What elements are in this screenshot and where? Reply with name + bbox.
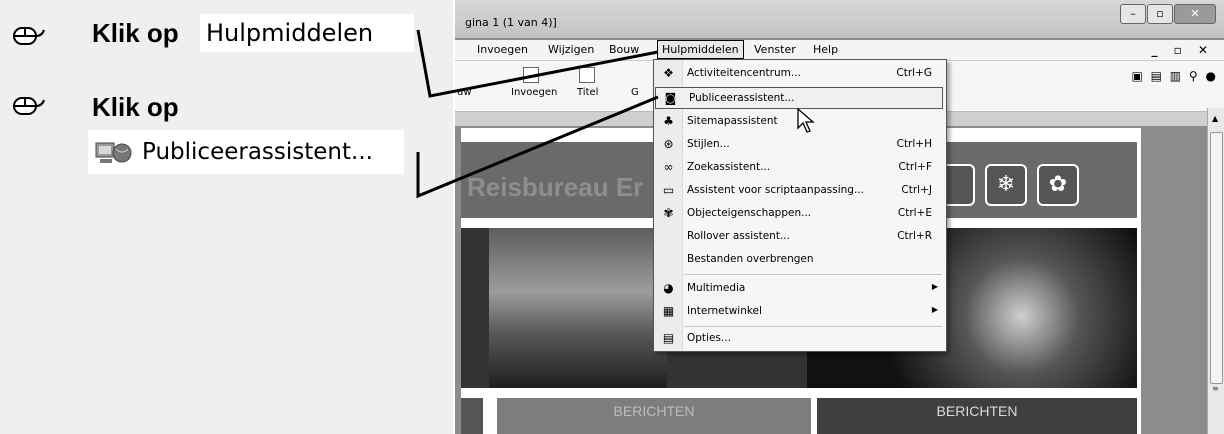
mouse-pointer-icon (797, 108, 815, 133)
mouse-click-icon (13, 27, 45, 45)
styles-icon: ⊛ (663, 137, 674, 151)
menu-item-publiceerassistent[interactable]: ◙ Publiceerassistent... (655, 87, 943, 109)
lake-photo (489, 228, 667, 388)
window-title: gina 1 (1 van 4)] (465, 16, 557, 29)
binoculars-icon: ∞ (663, 160, 674, 174)
menu-item-shortcut: Ctrl+G (896, 67, 932, 79)
menu-item-stijlen[interactable]: ⊛ Stijlen... Ctrl+H (654, 134, 946, 156)
menu-item-label: Objecteigenschappen... (687, 207, 812, 219)
scroll-up-arrow[interactable]: ▲ (1212, 114, 1218, 123)
menu-item-label: Multimedia (687, 282, 746, 294)
insert-icon (523, 67, 539, 83)
step1-target-hulpmiddelen: Hulpmiddelen (200, 14, 414, 52)
menu-separator (684, 326, 942, 327)
site-title: Reisbureau Er (467, 172, 644, 202)
step2-text: Klik op (92, 92, 179, 122)
instruction-panel: Klik op Hulpmiddelen Klik op Publiceeras… (0, 0, 453, 434)
menu-bar: Invoegen Wijzigen Bouw Hulpmiddelen Vens… (455, 40, 1224, 61)
menu-item-label: Opties... (687, 332, 731, 344)
menu-separator (684, 274, 942, 275)
mdi-controls[interactable]: _ ▫ ✕ (1151, 43, 1214, 57)
menu-item-label: Rollover assistent... (687, 230, 790, 242)
menu-item-rollover[interactable]: Rollover assistent... Ctrl+R (654, 226, 946, 248)
submenu-arrow-icon: ▶ (931, 305, 938, 314)
publish-wizard-icon (95, 142, 132, 163)
hulpmiddelen-menu: ❖ Activiteitencentrum... Ctrl+G ◙ Public… (653, 59, 947, 352)
mouse-click-icon (13, 97, 45, 115)
object-properties-icon: ✾ (663, 206, 674, 220)
toolbar-label-g[interactable]: G (631, 87, 639, 98)
menu-help[interactable]: Help (813, 43, 838, 56)
menu-item-label: Activiteitencentrum... (687, 67, 801, 79)
nav-block (461, 398, 483, 434)
options-icon: ▤ (662, 331, 675, 345)
step1-text: Klik op (92, 18, 179, 48)
step2-target-publiceerassistent: Publiceerassistent... (88, 130, 404, 174)
sitemap-icon: ♣ (663, 114, 674, 128)
minimize-button[interactable]: – (1120, 4, 1146, 24)
menu-item-bestanden-overbrengen[interactable]: Bestanden overbrengen (654, 249, 946, 271)
title-icon (579, 67, 595, 83)
flower-icon: ✿ (1037, 164, 1079, 206)
window-controls: – ▫ ✕ (1119, 4, 1216, 26)
title-bar: gina 1 (1 van 4)] – ▫ ✕ (455, 0, 1224, 38)
menu-item-label: Publiceerassistent... (689, 92, 795, 104)
menu-item-shortcut: Ctrl+J (901, 184, 932, 196)
menu-item-objecteigenschappen[interactable]: ✾ Objecteigenschappen... Ctrl+E (654, 203, 946, 225)
scroll-grip-icon: ≡ (1212, 384, 1219, 393)
activity-center-icon: ❖ (663, 66, 674, 80)
menu-item-shortcut: Ctrl+H (896, 138, 932, 150)
step1-target-label: Hulpmiddelen (206, 19, 374, 47)
vertical-scrollbar[interactable]: ▲ ≡ (1207, 108, 1224, 434)
menu-item-internetwinkel[interactable]: ▦ Internetwinkel ▶ (654, 301, 946, 323)
internet-shop-icon: ▦ (662, 304, 675, 318)
step2-target-label: Publiceerassistent... (142, 139, 373, 165)
menu-item-label: Internetwinkel (687, 305, 762, 317)
toolbar-invoegen[interactable]: Invoegen (511, 87, 557, 98)
menu-invoegen[interactable]: Invoegen (477, 43, 528, 56)
maximize-button[interactable]: ▫ (1147, 4, 1173, 24)
publish-wizard-icon: ◙ (664, 91, 677, 105)
submenu-arrow-icon: ▶ (931, 282, 938, 291)
menu-hulpmiddelen[interactable]: Hulpmiddelen (657, 40, 744, 59)
menu-item-multimedia[interactable]: ◕ Multimedia ▶ (654, 278, 946, 300)
script-wizard-icon: ▭ (662, 183, 675, 197)
menu-item-scriptaanpassing[interactable]: ▭ Assistent voor scriptaanpassing... Ctr… (654, 180, 946, 202)
toolbar-label-partial[interactable]: uw (457, 87, 472, 98)
menu-item-activiteitencentrum[interactable]: ❖ Activiteitencentrum... Ctrl+G (654, 63, 946, 85)
menu-item-label: Bestanden overbrengen (687, 253, 814, 265)
view-tools-icons[interactable]: ▣ ▤ ▥ ⚲ ● (1131, 69, 1218, 83)
menu-item-shortcut: Ctrl+E (897, 207, 932, 219)
menu-item-shortcut: Ctrl+R (897, 230, 932, 242)
menu-item-label: Zoekassistent... (687, 161, 771, 173)
toolbar-titel[interactable]: Titel (577, 87, 598, 98)
snowflake-icon: ❄ (985, 164, 1027, 206)
menu-item-opties[interactable]: ▤ Opties... (654, 328, 946, 350)
menu-item-label: Assistent voor scriptaanpassing... (687, 184, 864, 196)
menu-item-zoekassistent[interactable]: ∞ Zoekassistent... Ctrl+F (654, 157, 946, 179)
nav-berichten-1[interactable]: BERICHTEN (497, 398, 811, 434)
scroll-thumb[interactable] (1210, 132, 1223, 384)
menu-item-shortcut: Ctrl+F (898, 161, 932, 173)
menu-wijzigen[interactable]: Wijzigen (548, 43, 594, 56)
menu-venster[interactable]: Venster (754, 43, 796, 56)
close-button[interactable]: ✕ (1174, 4, 1216, 24)
menu-item-label: Stijlen... (687, 138, 730, 150)
nav-berichten-2[interactable]: BERICHTEN (817, 398, 1137, 434)
menu-bouw[interactable]: Bouw (609, 43, 639, 56)
multimedia-icon: ◕ (663, 281, 674, 295)
menu-item-label: Sitemapassistent (687, 115, 778, 127)
